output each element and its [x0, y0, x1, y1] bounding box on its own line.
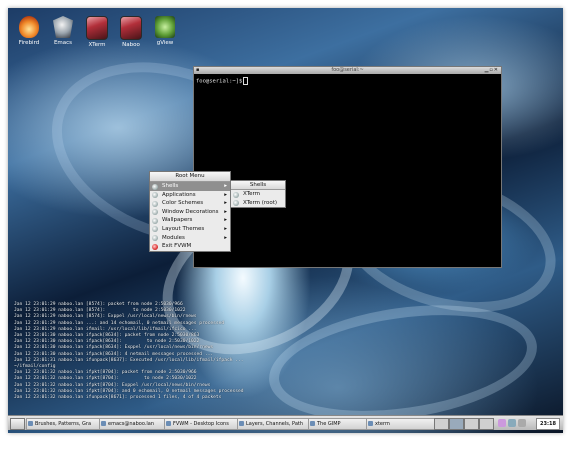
pager-desk-3[interactable]: [464, 418, 479, 430]
submenu-arrow-icon: ▸: [224, 217, 227, 224]
terminal-title: foo@serial:~: [331, 67, 364, 73]
window-buttons[interactable]: ▁▫✕: [485, 68, 499, 73]
root-menu-title: Root Menu: [150, 172, 230, 182]
submenu-item-xterm-root[interactable]: XTerm (root): [231, 199, 285, 208]
menu-item-label: Applications: [162, 191, 196, 198]
desktop-icon-emacs[interactable]: Emacs: [46, 16, 80, 47]
network-icon[interactable]: [508, 419, 516, 427]
terminal-body[interactable]: foo@serial:~]$: [194, 74, 501, 88]
xterm-root-icon: [233, 200, 239, 207]
terminal-titlebar[interactable]: ▪ foo@serial:~ ▁▫✕: [194, 67, 501, 74]
tray-icon[interactable]: [498, 419, 506, 427]
menu-item-label: Modules: [162, 234, 185, 241]
layout-themes-icon: [152, 226, 158, 233]
task-label: xterm: [375, 421, 390, 427]
taskbar: Brushes, Patterns, Gra emacs@naboo.lan F…: [8, 415, 563, 430]
gimp-brushes-icon: [28, 421, 33, 426]
submenu-arrow-icon: ▸: [224, 183, 227, 189]
menu-item-modules[interactable]: Modules ▸: [150, 234, 230, 243]
xterm-icon: [233, 191, 239, 198]
task-label: The GIMP: [317, 421, 341, 427]
modules-icon: [152, 235, 158, 242]
taskbar-task[interactable]: emacs@naboo.lan: [99, 418, 171, 430]
menu-item-wallpapers[interactable]: Wallpapers ▸: [150, 216, 230, 225]
fvwm-icon: [166, 421, 171, 426]
window-decorations-icon: [152, 209, 158, 216]
task-label: Brushes, Patterns, Gra: [35, 421, 92, 427]
desktop-icon-label: Naboo: [122, 42, 140, 48]
system-log: Jan 12 23:01:29 naboo.lan [8574]: packet…: [14, 302, 314, 401]
pager-desk-2[interactable]: [449, 418, 464, 430]
menu-item-shells[interactable]: Shells ▸: [150, 182, 230, 191]
emacs-icon: [101, 421, 106, 426]
taskbar-task[interactable]: Brushes, Patterns, Gra: [26, 418, 106, 430]
gview-icon: [155, 16, 175, 38]
root-menu[interactable]: Root Menu Shells ▸ Applications ▸ Color Sc…: [149, 171, 231, 252]
menu-item-label: Wallpapers: [162, 217, 193, 224]
taskbar-task[interactable]: FVWM - Desktop Icons: [164, 418, 244, 430]
terminal-window[interactable]: ▪ foo@serial:~ ▁▫✕ foo@serial:~]$: [193, 66, 502, 268]
taskbar-task[interactable]: xterm: [366, 418, 438, 430]
start-button[interactable]: [10, 418, 25, 430]
task-label: FVWM - Desktop Icons: [173, 421, 229, 427]
pager-desk-4[interactable]: [479, 418, 494, 430]
desktop-icon-naboo[interactable]: Naboo: [114, 16, 148, 49]
gimp-icon: [310, 421, 315, 426]
screenshot-frame: Firebird Emacs XTerm Naboo gView ▪ foo@s…: [8, 8, 563, 433]
desktop-icon-xterm[interactable]: XTerm: [80, 16, 114, 49]
submenu-arrow-icon: ▸: [224, 234, 227, 241]
window-menu-icon[interactable]: ▪: [196, 68, 199, 73]
applications-icon: [152, 192, 158, 199]
menu-item-label: Layout Themes: [162, 225, 205, 232]
submenu-arrow-icon: ▸: [224, 200, 227, 207]
xterm-icon: [86, 16, 108, 40]
xterm-icon: [368, 421, 373, 426]
menu-item-label: Exit FVWM: [162, 243, 192, 250]
firebird-icon: [19, 16, 39, 38]
menu-item-window-decorations[interactable]: Window Decorations ▸: [150, 208, 230, 217]
wallpapers-icon: [152, 217, 158, 224]
clock[interactable]: 23:18: [536, 418, 560, 430]
desktop-icon-firebird[interactable]: Firebird: [12, 16, 46, 47]
menu-item-label: XTerm: [243, 191, 261, 197]
task-label: emacs@naboo.lan: [108, 421, 155, 427]
menu-item-exit-fvwm[interactable]: Exit FVWM: [150, 242, 230, 251]
desktop-icon-label: XTerm: [88, 42, 106, 48]
desktop-icon-label: Firebird: [18, 40, 40, 46]
color-schemes-icon: [152, 200, 158, 207]
log-line: Jan 12 23:01:32 naboo.lan ifunpack[8671]…: [14, 395, 222, 401]
exit-icon: [152, 243, 158, 250]
desktop-icon-label: gView: [156, 40, 174, 46]
emacs-icon: [53, 16, 73, 38]
terminal-prompt: foo@serial:~]$: [196, 78, 243, 85]
pager-desk-1[interactable]: [434, 418, 449, 430]
terminal-cursor: [243, 77, 249, 85]
desktop-icon-label: Emacs: [53, 40, 73, 46]
task-label: Layers, Channels, Path: [246, 421, 304, 427]
gimp-layers-icon: [239, 421, 244, 426]
menu-item-color-schemes[interactable]: Color Schemes ▸: [150, 199, 230, 208]
desktop-icon-gview[interactable]: gView: [148, 16, 182, 47]
taskbar-task[interactable]: The GIMP: [308, 418, 373, 430]
menu-item-applications[interactable]: Applications ▸: [150, 191, 230, 200]
submenu-arrow-icon: ▸: [224, 225, 227, 232]
shells-submenu[interactable]: Shells XTerm XTerm (root): [230, 180, 286, 209]
shells-submenu-title: Shells: [231, 181, 285, 190]
menu-item-layout-themes[interactable]: Layout Themes ▸: [150, 225, 230, 234]
naboo-icon: [120, 16, 142, 40]
submenu-item-xterm[interactable]: XTerm: [231, 190, 285, 199]
submenu-arrow-icon: ▸: [224, 191, 227, 198]
volume-icon[interactable]: [518, 419, 526, 427]
menu-item-label: Color Schemes: [162, 200, 204, 207]
menu-item-label: Window Decorations: [162, 208, 219, 215]
submenu-arrow-icon: ▸: [224, 208, 227, 215]
taskbar-task[interactable]: Layers, Channels, Path: [237, 418, 315, 430]
shells-icon: [152, 183, 158, 190]
menu-item-label: Shells: [162, 183, 179, 189]
menu-item-label: XTerm (root): [243, 199, 278, 206]
